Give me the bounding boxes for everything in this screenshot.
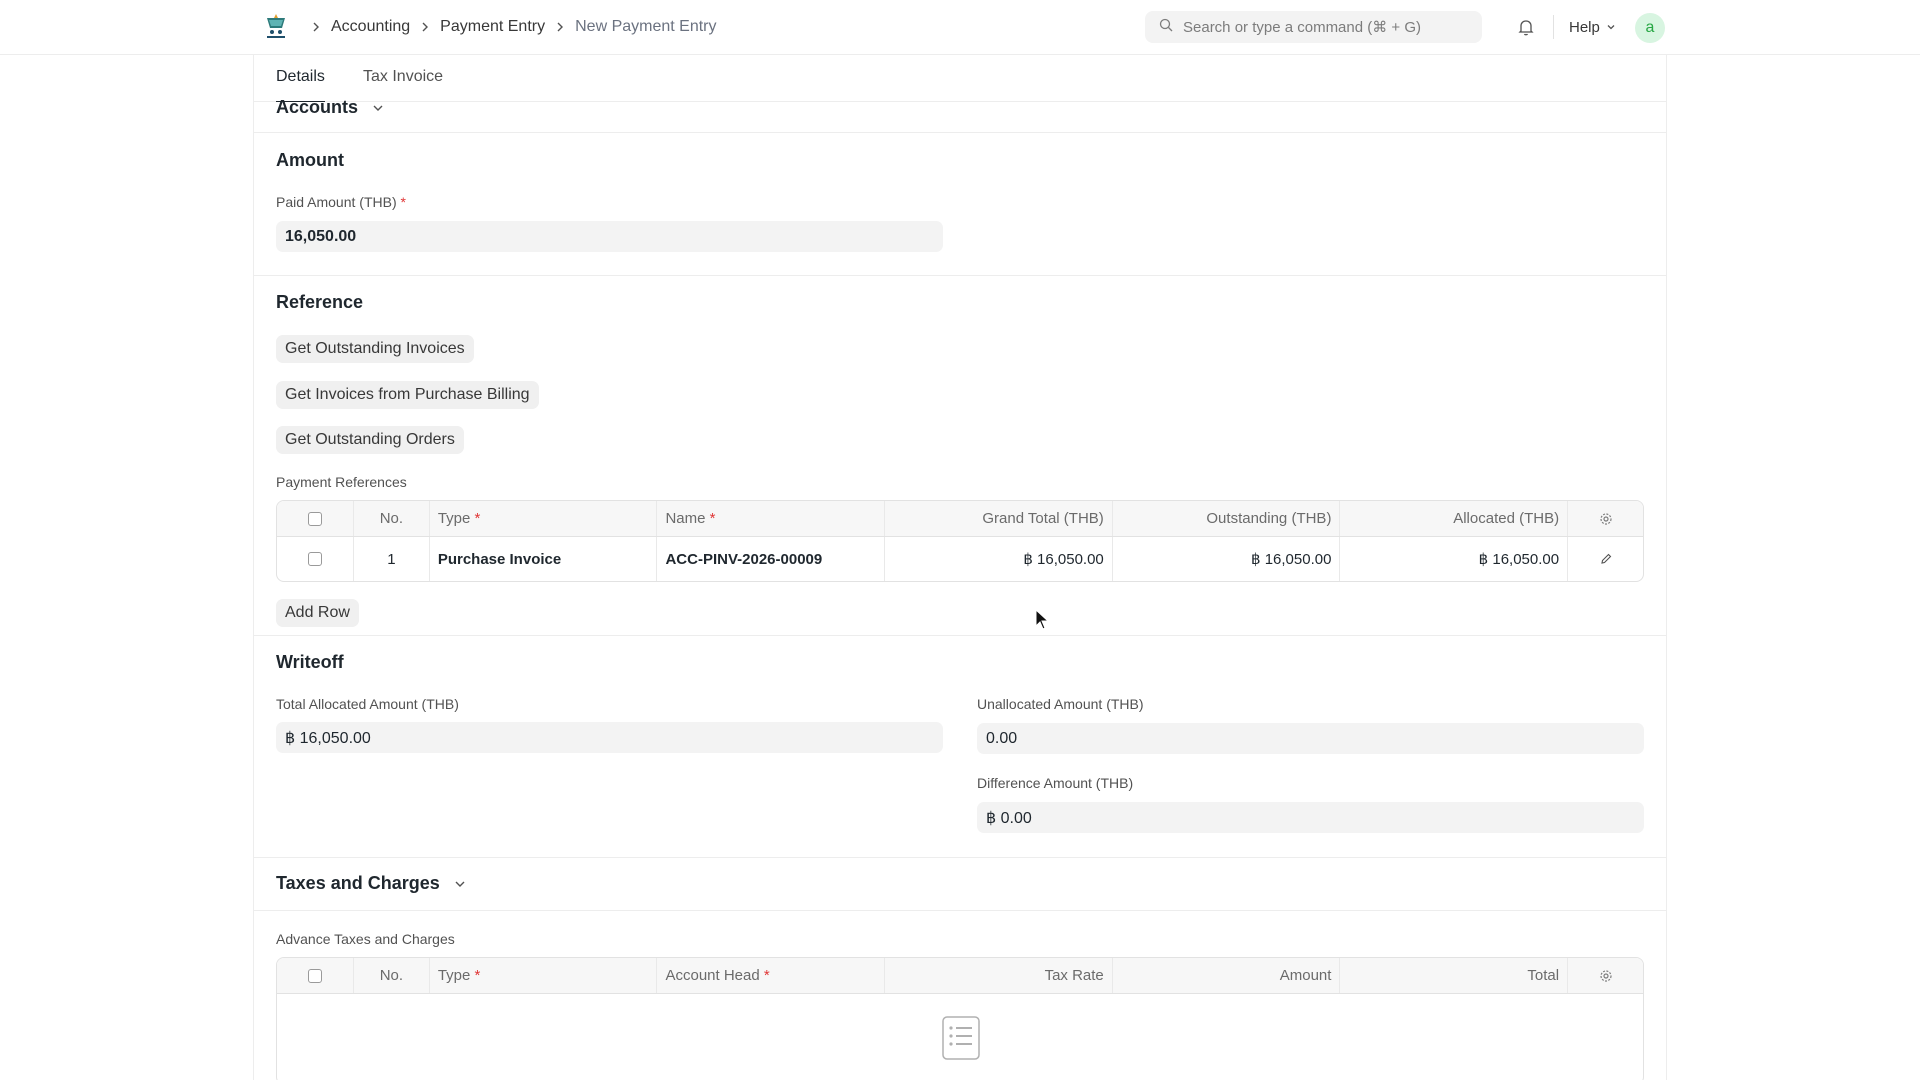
select-all-checkbox[interactable] bbox=[277, 501, 354, 536]
section-divider bbox=[254, 635, 1666, 636]
mouse-cursor-icon bbox=[1035, 608, 1050, 636]
chevron-right-icon bbox=[311, 22, 321, 32]
section-amount-title: Amount bbox=[276, 150, 344, 170]
section-taxes-title: Taxes and Charges bbox=[276, 873, 440, 893]
form-page: Details Tax Invoice Accounts Amount Paid… bbox=[253, 55, 1667, 1080]
notification-bell-icon[interactable] bbox=[1516, 17, 1536, 37]
nav-divider bbox=[1553, 15, 1554, 39]
payment-references-label: Payment References bbox=[276, 474, 407, 490]
get-outstanding-invoices-button[interactable]: Get Outstanding Invoices bbox=[276, 335, 474, 363]
column-name: Name * bbox=[657, 501, 886, 536]
form-tabs: Details Tax Invoice bbox=[254, 55, 1666, 102]
search-input[interactable] bbox=[1183, 18, 1463, 36]
column-tax-rate: Tax Rate bbox=[885, 958, 1113, 993]
section-divider bbox=[254, 132, 1666, 133]
edit-row-icon[interactable] bbox=[1568, 537, 1643, 581]
table-header: No. Type * Account Head * Tax Rate Amoun… bbox=[277, 958, 1643, 994]
chevron-right-icon bbox=[555, 22, 565, 32]
breadcrumb-payment-entry[interactable]: Payment Entry bbox=[440, 18, 545, 36]
paid-amount-label: Paid Amount (THB) * bbox=[276, 194, 406, 210]
column-no: No. bbox=[354, 501, 430, 536]
table-header: No. Type * Name * Grand Total (THB) Outs… bbox=[277, 501, 1643, 537]
breadcrumb-current: New Payment Entry bbox=[575, 18, 717, 35]
paid-amount-field[interactable]: 16,050.00 bbox=[276, 221, 943, 252]
column-total: Total bbox=[1340, 958, 1569, 993]
column-account-head: Account Head * bbox=[657, 958, 886, 993]
row-grand-total[interactable]: ฿ 16,050.00 bbox=[885, 537, 1113, 581]
get-invoices-purchase-billing-button[interactable]: Get Invoices from Purchase Billing bbox=[276, 381, 539, 409]
row-outstanding[interactable]: ฿ 16,050.00 bbox=[1113, 537, 1341, 581]
gear-icon[interactable] bbox=[1568, 958, 1643, 993]
column-amount: Amount bbox=[1113, 958, 1341, 993]
section-divider bbox=[254, 857, 1666, 858]
row-checkbox[interactable] bbox=[277, 537, 354, 581]
section-taxes-header[interactable]: Taxes and Charges bbox=[276, 873, 466, 894]
navbar: Accounting Payment Entry New Payment Ent… bbox=[0, 0, 1920, 55]
required-marker: * bbox=[400, 194, 406, 210]
unallocated-field: 0.00 bbox=[977, 723, 1644, 754]
select-all-checkbox[interactable] bbox=[277, 958, 354, 993]
chevron-down-icon bbox=[455, 881, 465, 887]
get-outstanding-orders-button[interactable]: Get Outstanding Orders bbox=[276, 426, 464, 454]
breadcrumb-accounting[interactable]: Accounting bbox=[331, 18, 410, 36]
help-label: Help bbox=[1569, 18, 1600, 36]
chevron-right-icon bbox=[420, 22, 430, 32]
advance-taxes-label: Advance Taxes and Charges bbox=[276, 931, 455, 947]
advance-taxes-table: No. Type * Account Head * Tax Rate Amoun… bbox=[276, 957, 1644, 1080]
column-grand-total: Grand Total (THB) bbox=[885, 501, 1113, 536]
table-row[interactable]: 1 Purchase Invoice ACC-PINV-2026-00009 ฿… bbox=[277, 537, 1643, 581]
chevron-down-icon bbox=[373, 105, 383, 111]
column-allocated: Allocated (THB) bbox=[1340, 501, 1569, 536]
column-no: No. bbox=[354, 958, 430, 993]
help-dropdown[interactable]: Help bbox=[1569, 0, 1616, 54]
row-name[interactable]: ACC-PINV-2026-00009 bbox=[657, 537, 886, 581]
empty-table-area bbox=[277, 994, 1643, 1080]
section-divider bbox=[254, 910, 1666, 911]
search-icon bbox=[1159, 18, 1173, 37]
empty-list-icon bbox=[942, 1016, 980, 1065]
total-allocated-label: Total Allocated Amount (THB) bbox=[276, 696, 459, 712]
difference-field: ฿ 0.00 bbox=[977, 802, 1644, 833]
unallocated-label: Unallocated Amount (THB) bbox=[977, 696, 1144, 712]
search-bar[interactable] bbox=[1145, 11, 1482, 43]
row-no: 1 bbox=[354, 537, 430, 581]
section-accounts-title: Accounts bbox=[276, 97, 359, 117]
column-type: Type * bbox=[430, 958, 658, 993]
total-allocated-field: ฿ 16,050.00 bbox=[276, 722, 943, 753]
column-outstanding: Outstanding (THB) bbox=[1113, 501, 1341, 536]
section-divider bbox=[254, 275, 1666, 276]
row-type[interactable]: Purchase Invoice bbox=[430, 537, 658, 581]
section-reference-title: Reference bbox=[276, 292, 364, 312]
section-writeoff-title: Writeoff bbox=[276, 652, 344, 672]
chevron-down-icon bbox=[1607, 25, 1615, 30]
avatar[interactable]: a bbox=[1635, 13, 1665, 43]
row-allocated[interactable]: ฿ 16,050.00 bbox=[1340, 537, 1569, 581]
add-row-button[interactable]: Add Row bbox=[276, 599, 359, 627]
column-type: Type * bbox=[430, 501, 658, 536]
difference-label: Difference Amount (THB) bbox=[977, 775, 1134, 791]
payment-references-table: No. Type * Name * Grand Total (THB) Outs… bbox=[276, 500, 1644, 582]
section-accounts-header[interactable]: Accounts bbox=[276, 97, 384, 118]
gear-icon[interactable] bbox=[1568, 501, 1643, 536]
breadcrumb: Accounting Payment Entry New Payment Ent… bbox=[311, 0, 717, 54]
app-logo-icon[interactable] bbox=[261, 12, 291, 42]
